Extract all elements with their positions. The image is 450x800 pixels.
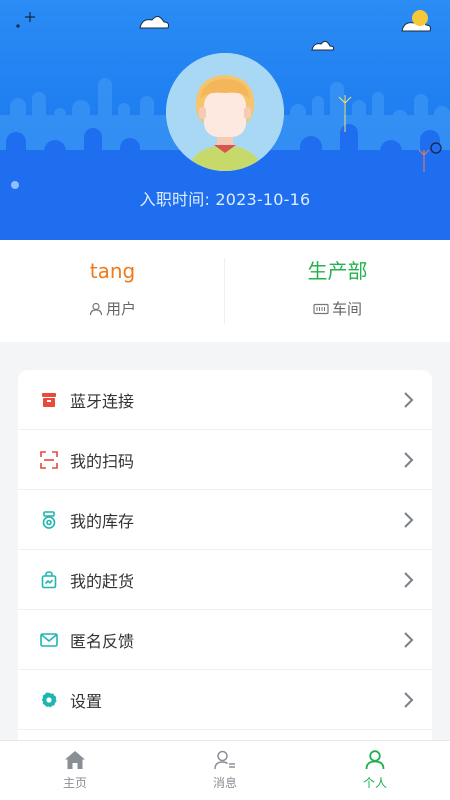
avatar-illustration-icon (166, 53, 284, 171)
department-caption: 车间 (313, 298, 362, 319)
mail-icon (40, 631, 58, 649)
workshop-icon (313, 303, 329, 314)
menu-item-label: 我的扫码 (70, 451, 135, 471)
join-date: 入职时间: 2023-10-16 (0, 186, 450, 210)
username-section: tang 用户 (0, 240, 225, 342)
home-icon (65, 751, 85, 769)
chevron-right-icon (404, 391, 414, 408)
bottom-tab-bar: 主页 消息 个人 (0, 740, 450, 800)
username: tang (89, 259, 136, 283)
join-date-value: 2023-10-16 (215, 190, 311, 209)
person-icon (365, 750, 385, 770)
bluetooth-box-icon (40, 391, 58, 409)
menu-item-label: 设置 (70, 691, 103, 711)
tab-profile[interactable]: 个人 (300, 741, 450, 800)
bag-icon (40, 570, 58, 589)
tab-label: 个人 (362, 776, 387, 790)
department-section: 生产部 车间 (225, 240, 450, 342)
user-info-panel: tang 用户 生产部 车间 (0, 240, 450, 342)
message-user-icon (214, 750, 235, 770)
chevron-right-icon (404, 571, 414, 588)
menu-item-my-scans[interactable]: 我的扫码 (18, 430, 432, 490)
menu-item-label: 蓝牙连接 (70, 391, 135, 411)
menu-item-label: 我的赶货 (70, 571, 135, 591)
avatar[interactable] (166, 53, 284, 171)
username-label: 用户 (105, 300, 136, 318)
menu-list: 蓝牙连接 我的扫码 我的库存 我的赶货 匿名反馈 设置 (18, 370, 432, 750)
menu-item-label: 我的库存 (70, 511, 135, 531)
chevron-right-icon (404, 631, 414, 648)
chevron-right-icon (404, 691, 414, 708)
gear-icon (40, 691, 58, 709)
username-caption: 用户 (89, 298, 136, 319)
tab-home[interactable]: 主页 (0, 741, 150, 800)
menu-item-settings[interactable]: 设置 (18, 670, 432, 730)
menu-item-anonymous-feedback[interactable]: 匿名反馈 (18, 610, 432, 670)
department-label: 车间 (331, 300, 362, 318)
menu-item-my-inventory[interactable]: 我的库存 (18, 490, 432, 550)
chevron-right-icon (404, 451, 414, 468)
join-date-label: 入职时间: (139, 190, 211, 209)
menu-item-my-rush-orders[interactable]: 我的赶货 (18, 550, 432, 610)
user-icon (89, 302, 103, 315)
info-divider (224, 258, 225, 324)
menu-item-bluetooth[interactable]: 蓝牙连接 (18, 370, 432, 430)
department-name: 生产部 (307, 259, 368, 283)
tab-label: 消息 (212, 776, 237, 790)
profile-header: 入职时间: 2023-10-16 (0, 0, 450, 240)
scan-icon (40, 450, 58, 469)
tab-label: 主页 (62, 776, 87, 790)
profile-page: 入职时间: 2023-10-16 tang 用户 生产部 车间 蓝牙连接 我的扫… (0, 0, 450, 800)
menu-item-label: 匿名反馈 (70, 631, 135, 651)
tab-messages[interactable]: 消息 (150, 741, 300, 800)
medal-icon (40, 510, 58, 529)
chevron-right-icon (404, 511, 414, 528)
